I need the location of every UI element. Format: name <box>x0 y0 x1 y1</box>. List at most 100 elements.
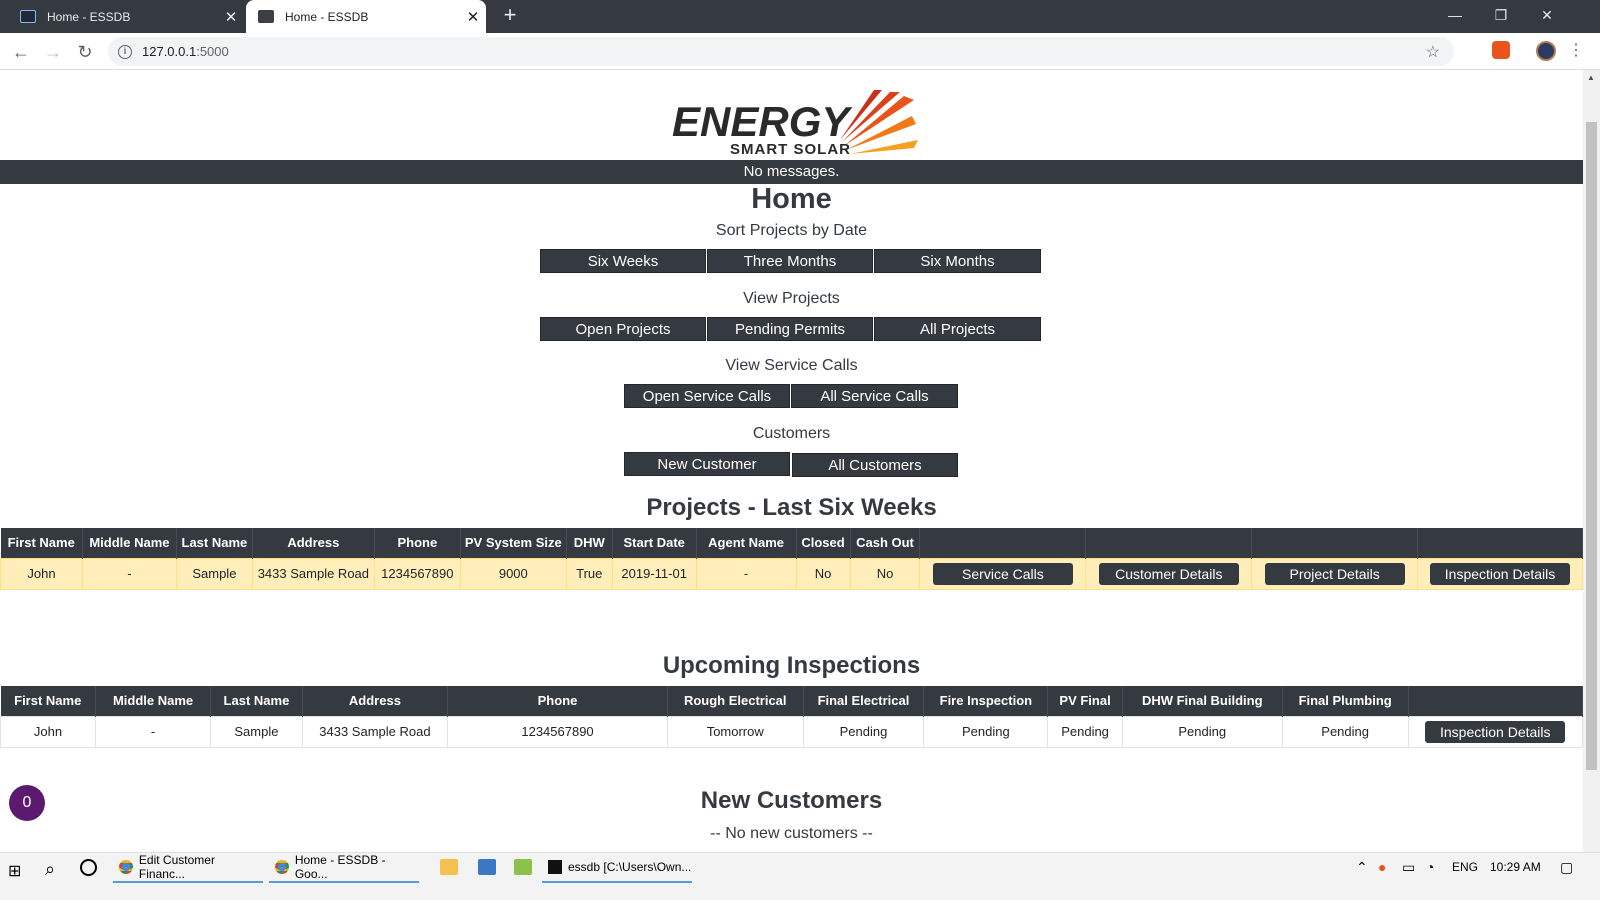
notifications-icon[interactable]: ▢ <box>1560 859 1573 876</box>
column-header: Address <box>302 686 449 716</box>
close-window-icon[interactable]: ✕ <box>1524 0 1570 30</box>
three-months-button[interactable]: Three Months <box>707 249 873 273</box>
notification-count-badge[interactable]: 0 <box>9 785 45 821</box>
url-host: 127.0.0.1 <box>142 44 197 59</box>
all-service-calls-button[interactable]: All Service Calls <box>791 384 958 408</box>
tab-title: Home - ESSDB <box>285 9 369 24</box>
file-explorer-icon[interactable] <box>440 859 458 875</box>
restore-icon[interactable]: ❐ <box>1478 0 1524 30</box>
page-content: ENERGY SMART SOLAR No messages. Home Sor… <box>0 70 1583 870</box>
cell-fire-inspection: Pending <box>923 715 1049 748</box>
cell-final-plumbing: Pending <box>1281 715 1409 748</box>
search-icon[interactable]: ⌕ <box>45 859 55 880</box>
action-cell: Project Details <box>1251 557 1419 590</box>
menu-dots-icon[interactable]: ⋮ <box>1568 40 1584 60</box>
taskbar-app-label: essdb [C:\Users\Own... <box>568 860 692 874</box>
cell-first-name: John <box>0 557 83 590</box>
reload-icon[interactable]: ↻ <box>72 39 98 65</box>
close-tab-icon[interactable]: ✕ <box>218 8 244 26</box>
tray-chevron-up-icon[interactable]: ⌃ <box>1356 859 1368 876</box>
browser-tab-1[interactable]: Home - ESSDB ✕ <box>8 0 244 33</box>
open-service-calls-button[interactable]: Open Service Calls <box>624 384 790 408</box>
notepad-icon[interactable] <box>514 859 532 875</box>
table-row: John - Sample 3433 Sample Road 123456789… <box>0 557 1583 590</box>
all-customers-button[interactable]: All Customers <box>792 453 958 477</box>
back-arrow-icon[interactable]: ← <box>8 39 34 65</box>
all-projects-button[interactable]: All Projects <box>874 317 1041 341</box>
taskbar-app-label: Home - ESSDB - Goo... <box>294 853 386 881</box>
inspections-section-title: Upcoming Inspections <box>662 652 921 679</box>
cortana-icon[interactable] <box>80 859 97 876</box>
page-title: Home <box>751 183 832 215</box>
language-indicator[interactable]: ENG <box>1452 860 1478 874</box>
sort-projects-label: Sort Projects by Date <box>715 222 868 239</box>
battery-icon[interactable]: ▭ <box>1402 859 1415 876</box>
action-cell: Inspection Details <box>1407 715 1583 748</box>
taskbar-app-chrome-1[interactable]: Edit Customer Financ... <box>113 853 263 883</box>
cell-dhw-final-building: Pending <box>1121 715 1283 748</box>
extension-icon[interactable] <box>1492 41 1510 59</box>
cell-address: 3433 Sample Road <box>251 557 375 590</box>
taskbar-app-label: Edit Customer Financ... <box>138 853 215 881</box>
powershell-icon[interactable] <box>478 859 496 875</box>
address-bar[interactable]: i 127.0.0.1:5000 ☆ <box>108 37 1454 66</box>
browser-tab-strip: Home - ESSDB ✕ Home - ESSDB ✕ + — ❐ ✕ <box>0 0 1600 33</box>
column-header: Phone <box>447 686 668 716</box>
cell-middle-name: - <box>81 557 177 590</box>
clock[interactable]: 10:29 AM <box>1490 860 1541 874</box>
new-customers-empty-text: -- No new customers -- <box>710 825 873 842</box>
view-service-calls-label: View Service Calls <box>725 357 858 374</box>
projects-section-title: Projects - Last Six Weeks <box>646 494 937 521</box>
tray-app-icon[interactable]: ● <box>1378 859 1386 875</box>
six-months-button[interactable]: Six Months <box>874 249 1041 273</box>
wifi-icon[interactable]: ◔ <box>1426 859 1434 875</box>
projects-table: First Name Middle Name Last Name Address… <box>0 528 1583 590</box>
cell-closed: No <box>795 557 851 590</box>
windows-start-icon[interactable]: ⊞ <box>8 861 21 881</box>
column-header: PV System Size <box>460 528 567 558</box>
bookmark-star-icon[interactable]: ☆ <box>1426 42 1440 62</box>
new-tab-icon[interactable]: + <box>498 4 522 28</box>
project-details-button[interactable]: Project Details <box>1264 562 1405 585</box>
cell-phone: 1234567890 <box>447 715 668 748</box>
cell-final-electrical: Pending <box>802 715 925 748</box>
column-header: Final Plumbing <box>1282 686 1409 716</box>
column-header: Fire Inspection <box>923 686 1049 716</box>
cell-pv-system-size: 9000 <box>459 557 567 590</box>
column-header: Middle Name <box>82 528 177 558</box>
table-header-row: First Name Middle Name Last Name Address… <box>0 686 1583 716</box>
column-header: First Name <box>0 686 96 716</box>
new-customer-button[interactable]: New Customer <box>624 452 790 476</box>
terminal-favicon-icon <box>20 10 36 23</box>
six-weeks-button[interactable]: Six Weeks <box>540 249 706 273</box>
column-header: First Name <box>0 528 83 558</box>
url-port: :5000 <box>196 44 229 59</box>
forward-arrow-icon[interactable]: → <box>40 39 66 65</box>
cell-pv-final: Pending <box>1047 715 1123 748</box>
inspection-details-button[interactable]: Inspection Details <box>1425 720 1566 743</box>
cell-cash-out: No <box>849 557 921 590</box>
pending-permits-button[interactable]: Pending Permits <box>707 317 873 341</box>
action-column-header <box>1251 528 1419 558</box>
open-projects-button[interactable]: Open Projects <box>540 317 706 341</box>
info-icon[interactable]: i <box>118 44 132 59</box>
scroll-up-arrow-icon[interactable]: ▲ <box>1587 73 1595 82</box>
service-calls-button[interactable]: Service Calls <box>932 562 1073 585</box>
chrome-icon <box>119 860 133 874</box>
column-header: DHW Final Building <box>1122 686 1283 716</box>
logo-word-energy: ENERGY <box>672 98 853 145</box>
minimize-icon[interactable]: — <box>1432 0 1478 30</box>
table-row: John - Sample 3433 Sample Road 123456789… <box>0 715 1583 748</box>
sun-rays-icon <box>840 90 918 154</box>
tab-title: Home - ESSDB <box>47 9 131 24</box>
taskbar-app-pycharm[interactable]: essdb [C:\Users\Own... <box>542 853 692 883</box>
inspection-details-button[interactable]: Inspection Details <box>1430 562 1571 585</box>
scrollbar-thumb[interactable] <box>1586 122 1597 770</box>
taskbar-app-chrome-2[interactable]: Home - ESSDB - Goo... <box>269 853 419 883</box>
browser-toolbar: ← → ↻ i 127.0.0.1:5000 ☆ ⋮ <box>0 33 1600 70</box>
profile-avatar[interactable] <box>1536 41 1556 61</box>
close-tab-icon[interactable]: ✕ <box>460 8 486 26</box>
customer-details-button[interactable]: Customer Details <box>1098 562 1239 585</box>
pycharm-icon <box>548 860 562 874</box>
browser-tab-2[interactable]: Home - ESSDB ✕ <box>246 0 486 33</box>
